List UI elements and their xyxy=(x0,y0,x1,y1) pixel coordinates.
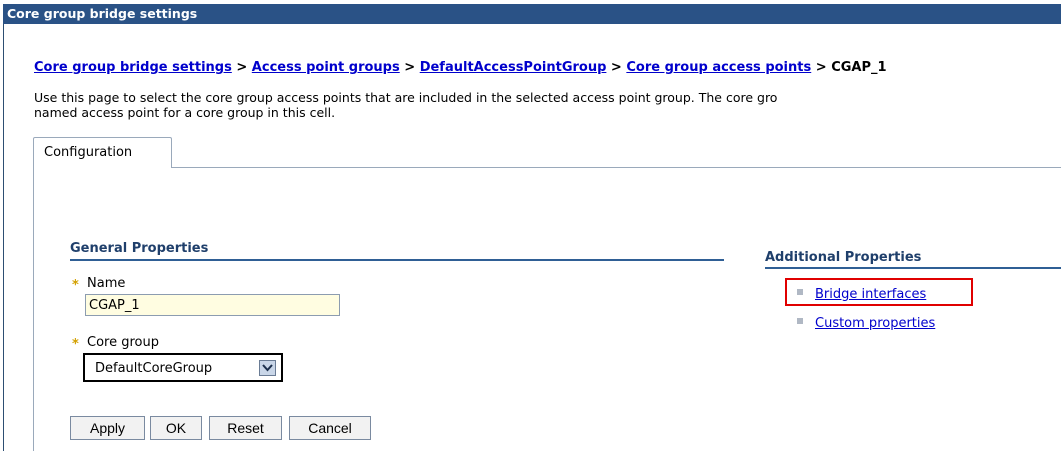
chevron-down-icon[interactable] xyxy=(259,360,276,376)
additional-properties-title: Additional Properties xyxy=(765,250,922,265)
highlight-box xyxy=(785,278,973,306)
core-group-label: Core group xyxy=(87,335,159,350)
ok-button[interactable]: OK xyxy=(150,416,202,440)
breadcrumb-current: CGAP_1 xyxy=(831,60,887,75)
breadcrumb-separator: > xyxy=(610,60,622,75)
general-properties-rule xyxy=(70,259,724,261)
core-group-select[interactable]: DefaultCoreGroup xyxy=(83,353,283,382)
additional-properties-rule xyxy=(765,267,1061,269)
breadcrumb-separator: > xyxy=(404,60,416,75)
custom-properties-link[interactable]: Custom properties xyxy=(815,316,935,331)
breadcrumb-separator: > xyxy=(236,60,248,75)
name-field[interactable] xyxy=(85,294,340,316)
description-line-1: Use this page to select the core group a… xyxy=(34,90,778,105)
page-description: Use this page to select the core group a… xyxy=(34,90,1061,120)
core-group-selected-value: DefaultCoreGroup xyxy=(95,361,213,376)
breadcrumb-access-point-groups[interactable]: Access point groups xyxy=(252,60,400,75)
bullet-icon xyxy=(797,318,803,324)
additional-link-custom-properties: Custom properties xyxy=(797,316,935,331)
breadcrumb-default-access-point-group[interactable]: DefaultAccessPointGroup xyxy=(420,60,607,75)
core-group-required-marker: * xyxy=(72,337,79,352)
tab-configuration[interactable]: Configuration xyxy=(33,137,172,168)
breadcrumb-core-group-bridge-settings[interactable]: Core group bridge settings xyxy=(34,60,232,75)
breadcrumb-separator: > xyxy=(815,60,827,75)
breadcrumb-core-group-access-points[interactable]: Core group access points xyxy=(626,60,811,75)
general-properties-title: General Properties xyxy=(70,241,209,256)
reset-button[interactable]: Reset xyxy=(209,416,282,440)
cancel-button[interactable]: Cancel xyxy=(289,416,371,440)
name-label: Name xyxy=(87,276,126,291)
description-line-2: named access point for a core group in t… xyxy=(34,105,336,120)
breadcrumb: Core group bridge settings > Access poin… xyxy=(34,60,887,75)
apply-button[interactable]: Apply xyxy=(70,416,145,440)
name-required-marker: * xyxy=(72,278,79,293)
window-title: Core group bridge settings xyxy=(3,4,1061,24)
